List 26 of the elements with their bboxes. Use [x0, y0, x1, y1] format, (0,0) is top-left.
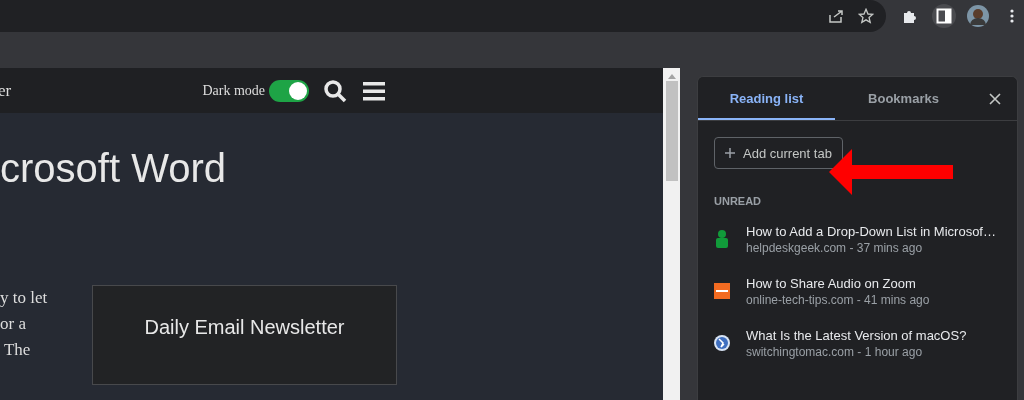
side-panel-icon[interactable]	[932, 4, 956, 28]
globe-icon	[714, 335, 730, 351]
site-logo-icon	[714, 283, 730, 299]
menu-icon[interactable]	[363, 80, 385, 101]
article-title[interactable]: How to Add a Drop-Down List in Microsof…	[746, 223, 996, 239]
share-icon[interactable]	[828, 8, 844, 24]
dark-mode-toggle[interactable]	[269, 79, 309, 102]
article-meta: helpdeskgeek.com - 37 mins ago	[746, 240, 924, 255]
article-title[interactable]: How to Share Audio on Zoom	[746, 275, 930, 291]
article-meta: switchingtomac.com - 1 hour ago	[746, 344, 924, 359]
newsletter-title: Daily Email Newsletter	[144, 316, 345, 340]
article-text: y to let or a The	[0, 287, 49, 361]
person-icon	[714, 230, 730, 248]
article-meta: online-tech-tips.com - 41 mins ago	[746, 292, 930, 307]
search-icon[interactable]	[323, 78, 347, 103]
dark-mode-label: Dark mode	[202, 82, 265, 99]
article-heading: crosoft Word	[0, 146, 227, 191]
article-title[interactable]: What Is the Latest Version of macOS?	[746, 327, 967, 343]
close-icon[interactable]	[989, 92, 1001, 105]
avatar[interactable]	[966, 4, 990, 28]
section-heading: UNREAD	[714, 195, 763, 207]
plus-icon	[725, 148, 735, 158]
scrollbar-thumb[interactable]	[665, 81, 678, 181]
panel-tab[interactable]: Reading list	[698, 77, 835, 120]
star-icon[interactable]	[858, 8, 874, 24]
panel-tab[interactable]: Bookmarks	[835, 77, 972, 120]
